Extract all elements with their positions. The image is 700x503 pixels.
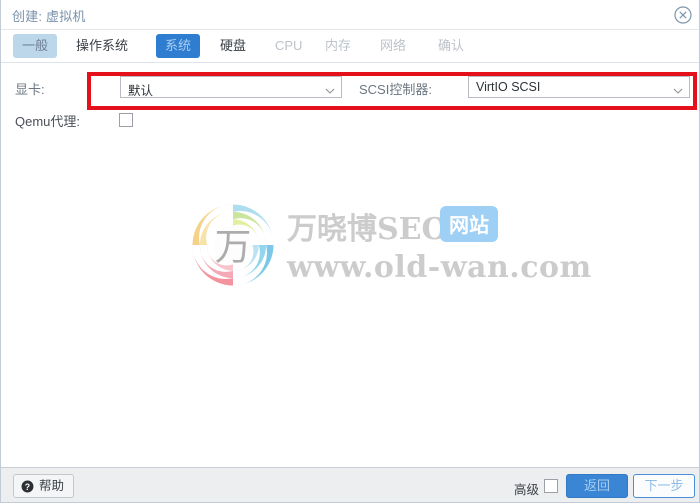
watermark: 万 万晓博SEO 网站 www.old-wan.com xyxy=(187,196,591,296)
svg-text:万: 万 xyxy=(215,226,252,269)
watermark-url: www.old-wan.com xyxy=(287,250,592,285)
qemu-agent-checkbox[interactable] xyxy=(119,113,133,127)
dialog-title: 创建: 虚拟机 xyxy=(12,9,86,24)
vga-select[interactable]: 默认 xyxy=(120,76,342,98)
tab-network[interactable]: 网络 xyxy=(371,34,415,58)
watermark-badge: 网站 xyxy=(440,206,498,242)
tab-confirm[interactable]: 确认 xyxy=(429,34,473,58)
help-button-label: 帮助 xyxy=(39,479,65,493)
wan-logo-icon: 万 xyxy=(192,204,274,286)
wizard-tabbar: 一般 操作系统 系统 硬盘 CPU 内存 网络 确认 xyxy=(1,31,699,63)
vga-label: 显卡: xyxy=(15,82,45,97)
chevron-down-icon xyxy=(325,83,335,94)
qemu-agent-label: Qemu代理: xyxy=(15,114,81,129)
tab-cpu[interactable]: CPU xyxy=(266,34,311,58)
back-button[interactable]: 返回 xyxy=(566,474,628,498)
help-button[interactable]: ? 帮助 xyxy=(13,474,75,498)
dialog-content: 显卡: SCSI控制器: Qemu代理: 默认 VirtIO SCSI 万 万晓… xyxy=(1,64,699,467)
svg-text:?: ? xyxy=(25,481,30,491)
scsi-controller-select[interactable]: VirtIO SCSI xyxy=(468,76,690,98)
chevron-down-icon xyxy=(673,83,683,94)
dialog-titlebar: 创建: 虚拟机 xyxy=(1,0,699,30)
tab-general[interactable]: 一般 xyxy=(13,34,58,58)
watermark-brand: 万晓博SEO xyxy=(287,212,448,247)
advanced-label: 高级 xyxy=(513,483,539,497)
close-circle-icon[interactable] xyxy=(673,5,693,25)
advanced-checkbox[interactable] xyxy=(544,479,558,493)
tab-os[interactable]: 操作系统 xyxy=(67,34,137,58)
create-vm-dialog: 创建: 虚拟机 一般 操作系统 系统 硬盘 CPU 内存 网络 确认 显卡: S… xyxy=(0,0,700,503)
tab-system[interactable]: 系统 xyxy=(156,34,201,58)
question-circle-icon: ? xyxy=(21,480,34,492)
scsi-controller-select-value: VirtIO SCSI xyxy=(476,80,541,94)
tab-memory[interactable]: 内存 xyxy=(316,34,360,58)
scsi-label: SCSI控制器: xyxy=(359,82,432,97)
tab-disk[interactable]: 硬盘 xyxy=(211,34,255,58)
next-button[interactable]: 下一步 xyxy=(633,474,695,498)
vga-select-value: 默认 xyxy=(128,84,154,98)
dialog-footer: ? 帮助 高级 返回 下一步 xyxy=(1,467,699,502)
